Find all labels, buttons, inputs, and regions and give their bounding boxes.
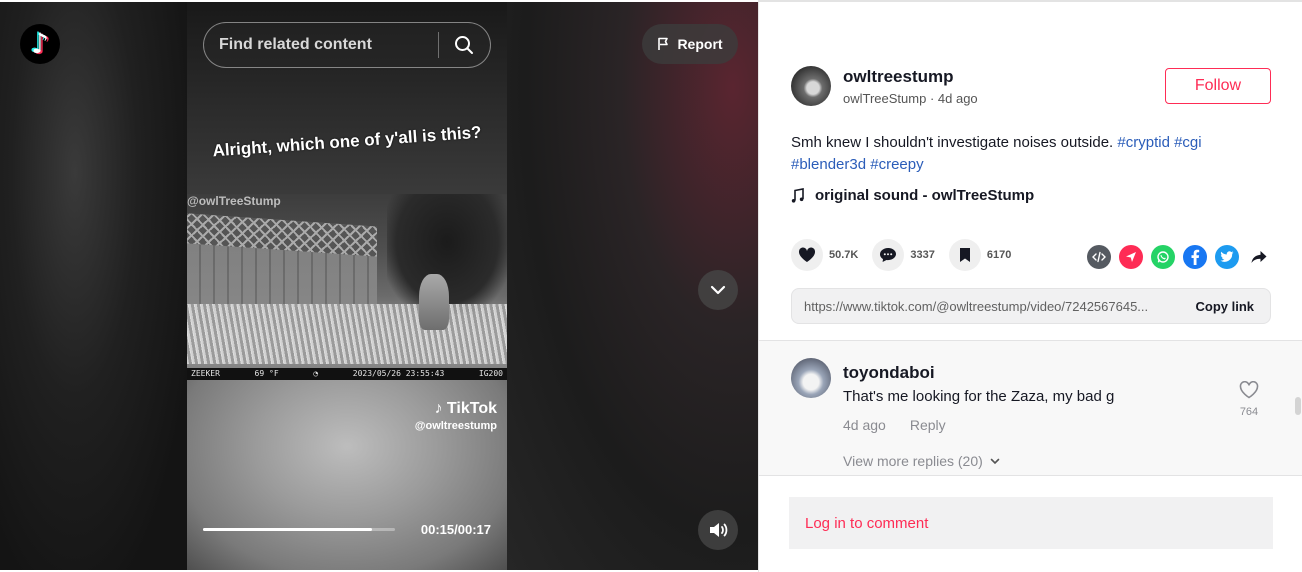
video-area: ♪ Alright, which one of y'all is this? @…: [0, 2, 758, 570]
author-username[interactable]: owltreestump: [843, 67, 978, 87]
embed-icon[interactable]: [1087, 245, 1111, 269]
volume-icon: [710, 523, 728, 537]
volume-button[interactable]: [698, 510, 738, 550]
stamp-datetime: 2023/05/26 23:55:43: [352, 369, 445, 378]
whatsapp-icon[interactable]: [1151, 245, 1175, 269]
copy-link-button[interactable]: Copy link: [1179, 299, 1270, 314]
search-input[interactable]: [204, 36, 438, 54]
trail-cam-footage: @owlTreeStump ZEEKER 69 °F ◔ 2023/05/26 …: [187, 194, 507, 380]
save-action[interactable]: 6170: [948, 239, 1012, 271]
music-label: original sound - owlTreeStump: [815, 187, 1035, 204]
like-action[interactable]: 50.7K: [791, 239, 858, 271]
comments-section: toyondaboi That's me looking for the Zaz…: [759, 340, 1302, 476]
copy-link-box: https://www.tiktok.com/@owltreestump/vid…: [791, 288, 1271, 324]
commenter-username[interactable]: toyondaboi: [843, 363, 935, 383]
stamp-brand: ZEEKER: [191, 369, 220, 378]
twitter-icon[interactable]: [1215, 245, 1239, 269]
author-avatar[interactable]: [791, 66, 831, 106]
watermark-brand: TikTok: [446, 400, 497, 417]
description-text: Smh knew I shouldn't investigate noises …: [791, 134, 1118, 151]
music-link[interactable]: original sound - owlTreeStump: [791, 187, 1034, 204]
comment-count: 3337: [910, 249, 935, 261]
tiktok-note-icon: ♪: [434, 400, 443, 417]
heart-icon[interactable]: [791, 239, 823, 271]
hashtag-link[interactable]: #creepy: [870, 156, 923, 173]
video-progress-bar[interactable]: [203, 528, 395, 531]
post-time: 4d ago: [937, 90, 978, 106]
stamp-model: IG200: [478, 369, 503, 378]
search-icon[interactable]: [439, 22, 490, 68]
stamp-moon: ◔: [313, 369, 319, 378]
hashtag-link[interactable]: #cryptid: [1117, 134, 1170, 151]
action-bar: 50.7K 3337 6170: [791, 239, 1025, 271]
scrollbar-thumb[interactable]: [1295, 397, 1301, 415]
reply-button[interactable]: Reply: [910, 417, 946, 433]
share-more-icon[interactable]: [1247, 245, 1271, 269]
flag-icon: [658, 37, 669, 50]
details-panel: owltreestump owlTreeStump · 4d ago Follo…: [758, 2, 1302, 572]
author-info[interactable]: owltreestump owlTreeStump · 4d ago: [791, 66, 978, 106]
tiktok-watermark: ♪ TikTok @owltreestump: [415, 400, 497, 432]
login-to-comment[interactable]: Log in to comment: [789, 497, 1273, 549]
video-description: Smh knew I shouldn't investigate noises …: [791, 132, 1261, 176]
camera-watermark: @owlTreeStump: [187, 194, 281, 208]
heart-outline-icon[interactable]: [1239, 380, 1259, 399]
camera-timestamp-bar: ZEEKER 69 °F ◔ 2023/05/26 23:55:43 IG200: [187, 368, 507, 380]
commenter-avatar[interactable]: [791, 358, 831, 398]
view-more-replies[interactable]: View more replies (20): [843, 453, 1001, 469]
creature-shape: [419, 274, 449, 330]
comment-meta: 4d ago Reply: [843, 417, 946, 433]
comment-time: 4d ago: [843, 417, 886, 433]
facebook-icon[interactable]: [1183, 245, 1207, 269]
report-button[interactable]: Report: [642, 24, 738, 64]
search-bar[interactable]: [203, 22, 491, 68]
video-player[interactable]: Alright, which one of y'all is this? @ow…: [187, 2, 507, 570]
follow-button[interactable]: Follow: [1165, 68, 1271, 104]
comment-action[interactable]: 3337: [872, 239, 935, 271]
comment-text: That's me looking for the Zaza, my bad g: [843, 388, 1115, 405]
watermark-handle: @owltreestump: [414, 420, 497, 432]
video-progress-fill: [203, 528, 372, 531]
comment-icon[interactable]: [872, 239, 905, 271]
tiktok-logo-icon[interactable]: ♪: [20, 24, 60, 64]
hashtag-link[interactable]: #blender3d: [791, 156, 866, 173]
music-note-icon: [791, 187, 804, 203]
blurred-background-left: [0, 2, 187, 570]
save-count: 6170: [986, 249, 1012, 261]
chevron-down-icon: [990, 458, 1000, 465]
report-label: Report: [677, 36, 723, 52]
page: ♪ Alright, which one of y'all is this? @…: [0, 0, 1302, 572]
hashtag-link[interactable]: #cgi: [1174, 134, 1202, 151]
grass-shape: [187, 304, 507, 364]
share-icons: [1087, 245, 1271, 269]
comment-like[interactable]: 764: [1237, 380, 1261, 418]
send-to-friends-icon[interactable]: [1119, 245, 1143, 269]
video-url[interactable]: https://www.tiktok.com/@owltreestump/vid…: [792, 299, 1179, 314]
bookmark-icon[interactable]: [948, 239, 981, 271]
like-count: 50.7K: [829, 249, 859, 261]
stamp-temp: 69 °F: [254, 369, 279, 378]
chevron-down-icon: [710, 285, 726, 295]
author-nickname: owlTreeStump: [843, 90, 927, 106]
comment-like-count: 764: [1239, 406, 1259, 418]
more-replies-label: View more replies (20): [843, 453, 983, 469]
video-time: 00:15/00:17: [420, 522, 491, 537]
next-video-button[interactable]: [698, 270, 738, 310]
